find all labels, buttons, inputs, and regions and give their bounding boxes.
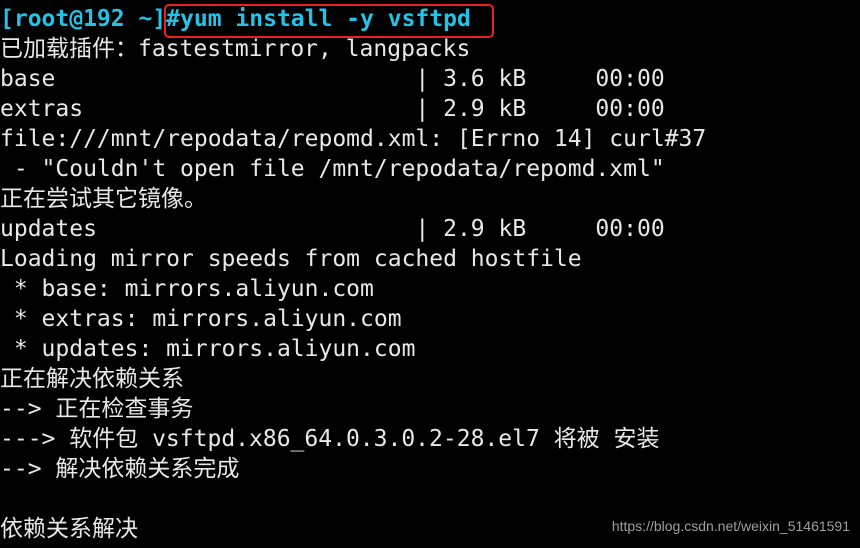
output-line: * extras: mirrors.aliyun.com bbox=[0, 306, 402, 332]
command-highlight-box bbox=[164, 4, 494, 38]
watermark: https://blog.csdn.net/weixin_51461591 bbox=[611, 518, 850, 534]
output-line: --> 正在检查事务 bbox=[0, 396, 194, 422]
output-line: 依赖关系解决 bbox=[0, 516, 138, 542]
output-line: --> 解决依赖关系完成 bbox=[0, 456, 240, 482]
output-line: * base: mirrors.aliyun.com bbox=[0, 276, 374, 302]
output-line: base | 3.6 kB 00:00 bbox=[0, 66, 665, 92]
output-line: ---> 软件包 vsftpd.x86_64.0.3.0.2-28.el7 将被… bbox=[0, 426, 660, 452]
output-line: - "Couldn't open file /mnt/repodata/repo… bbox=[0, 156, 665, 182]
output-line: Loading mirror speeds from cached hostfi… bbox=[0, 246, 582, 272]
output-line: extras | 2.9 kB 00:00 bbox=[0, 96, 665, 122]
output-line: 正在尝试其它镜像。 bbox=[0, 186, 207, 212]
shell-prompt: [root@192 ~] bbox=[0, 6, 167, 32]
output-line: updates | 2.9 kB 00:00 bbox=[0, 216, 665, 242]
output-line: 已加载插件：fastestmirror, langpacks bbox=[0, 36, 471, 62]
terminal-output[interactable]: [root@192 ~]#yum install -y vsftpd 已加载插件… bbox=[0, 4, 706, 544]
output-line: 正在解决依赖关系 bbox=[0, 366, 184, 392]
output-line: file:///mnt/repodata/repomd.xml: [Errno … bbox=[0, 126, 707, 152]
output-line: * updates: mirrors.aliyun.com bbox=[0, 336, 416, 362]
